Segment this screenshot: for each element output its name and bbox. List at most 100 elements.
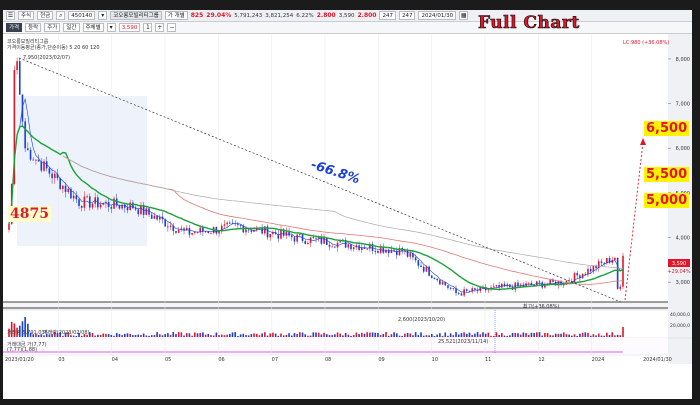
volume-bar <box>167 333 169 337</box>
target-price-1: 6,500 <box>644 121 690 136</box>
search-icon[interactable]: ⌕ <box>56 11 66 20</box>
volume-bar <box>140 334 142 337</box>
candle <box>88 196 91 208</box>
volume-bar <box>509 335 511 337</box>
zoom-in-icon[interactable]: + <box>155 23 165 32</box>
candle <box>519 284 522 286</box>
volume-bar <box>444 332 447 337</box>
type-select[interactable]: 현금 <box>37 11 54 20</box>
volume-bar <box>99 334 102 337</box>
volume-bar <box>274 333 277 337</box>
menu-icon[interactable]: ☰ <box>6 11 15 20</box>
volume-bar <box>312 332 315 337</box>
candle <box>80 205 83 208</box>
candle <box>204 231 207 233</box>
chevron-down-icon[interactable]: ▾ <box>98 11 108 20</box>
volume-bar <box>202 332 204 337</box>
candle <box>527 282 530 284</box>
candle <box>150 214 153 219</box>
volume-bar <box>123 333 126 337</box>
stock-name-field[interactable]: 코오롱모빌리티그룹 <box>110 11 162 20</box>
volume-bar <box>102 333 105 337</box>
volume-bar <box>194 332 196 337</box>
candle <box>352 247 355 250</box>
candle <box>59 178 61 189</box>
tab-daily[interactable]: 일간 <box>63 23 80 32</box>
y-tick-label: 8,000 <box>676 57 690 63</box>
volume-bar <box>334 334 336 337</box>
candle <box>169 225 172 227</box>
date-field[interactable]: 2024/01/30 <box>418 11 457 20</box>
volume-bar <box>237 335 239 337</box>
candle <box>293 237 296 242</box>
change-value: 825 <box>190 12 204 19</box>
candle <box>315 237 317 239</box>
volume-bar <box>255 333 258 337</box>
volume-bar <box>579 333 581 337</box>
candle <box>312 237 315 239</box>
stock-code-input[interactable]: 450140 <box>68 11 96 20</box>
candle <box>549 279 552 284</box>
candle <box>67 188 70 193</box>
volume-bar <box>118 334 121 337</box>
zoom-field[interactable]: 1 <box>143 23 153 32</box>
tab-by-entity[interactable]: 주체별 <box>82 23 104 32</box>
volume-bar <box>541 335 544 337</box>
tab-price[interactable]: 가격 <box>6 23 23 32</box>
volume-bar <box>350 335 352 337</box>
count-b-field[interactable]: 247 <box>398 11 416 20</box>
volume-bar <box>387 335 390 337</box>
calendar-icon[interactable]: ▦ <box>459 11 469 20</box>
candle <box>91 203 94 208</box>
volume-bar <box>344 332 347 337</box>
candle <box>72 195 75 199</box>
volume-bar <box>94 335 96 337</box>
volume-bar <box>511 332 514 337</box>
volume-bar <box>288 333 290 337</box>
volume-bar <box>544 333 546 337</box>
candle <box>433 277 436 279</box>
market-select[interactable]: 주식 <box>18 11 35 20</box>
volume-bar <box>379 335 382 337</box>
candle <box>447 285 449 288</box>
zoom-out-icon[interactable]: − <box>167 23 177 32</box>
volume-bar <box>428 335 430 337</box>
volume-bar <box>80 335 83 337</box>
volume-bar <box>188 333 191 337</box>
tab-stock[interactable]: 주가 <box>44 23 61 32</box>
volume-bar <box>315 332 317 337</box>
chart-canvas[interactable]: 8,000 7,000 6,000 5,000 4,000 3,000 40,000,0 20… <box>3 34 692 399</box>
volume-bar <box>150 335 153 337</box>
volume-bar <box>589 335 592 337</box>
candle <box>436 278 438 281</box>
volume-bar <box>554 333 557 337</box>
volume-bar <box>611 332 614 337</box>
x-tick-label: 08 <box>325 357 332 363</box>
x-tick-label: 2024/01/30 <box>643 357 672 363</box>
count-a-field[interactable]: 247 <box>379 11 396 20</box>
volume-bar <box>242 333 245 337</box>
volume-bar <box>584 332 587 337</box>
period-toggle[interactable]: 가 개별 <box>164 11 188 20</box>
volume-bar <box>342 335 344 337</box>
stock-chart[interactable]: 8,000 7,000 6,000 5,000 4,000 3,000 40,000,0 20… <box>3 34 692 399</box>
volume-bar <box>285 334 288 337</box>
volume-bar <box>336 332 339 337</box>
tab-change[interactable]: 등락 <box>25 23 42 32</box>
volume-bar <box>420 332 422 337</box>
candle <box>156 215 158 220</box>
candle <box>538 281 541 283</box>
x-tick-label: 04 <box>111 357 119 363</box>
volume-bar <box>622 327 624 337</box>
volume-bar <box>422 335 425 337</box>
candle <box>175 231 177 233</box>
current-change-tag: +29.04% <box>667 269 691 275</box>
dropdown-icon[interactable]: ▾ <box>106 23 116 32</box>
candle <box>325 237 328 245</box>
volume-value: 5,791,243 <box>234 12 263 19</box>
volume-bar <box>169 334 172 337</box>
volume-max-label: 거래량(2023/02/08) <box>43 330 90 336</box>
volume-bar <box>107 334 110 337</box>
volume-bar <box>277 335 280 337</box>
volume-bar <box>436 334 438 337</box>
